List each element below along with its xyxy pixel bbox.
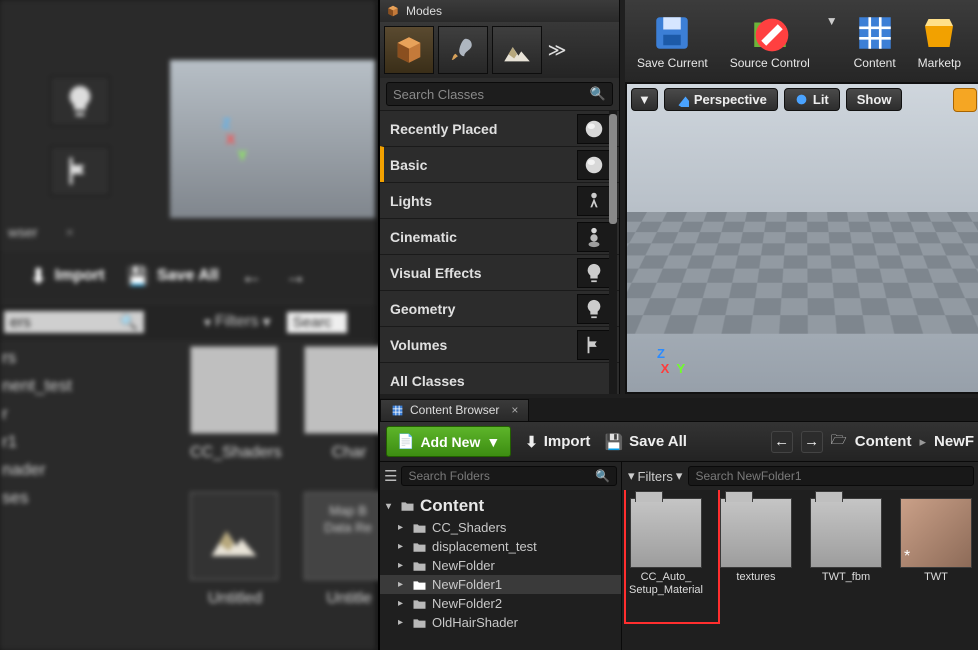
source-control-icon — [749, 12, 791, 54]
asset-textures[interactable]: textures — [718, 498, 794, 642]
placed-thumb-flag — [50, 146, 110, 196]
perspective-button[interactable]: Perspective — [664, 88, 778, 111]
sources-panel: ☰ Search Folders🔍 ▾Content▸CC_Shaders▸di… — [380, 462, 622, 650]
save-all-button[interactable]: 💾Save All — [604, 433, 687, 451]
tree-folder-newfolder2[interactable]: ▸NewFolder2 — [380, 594, 621, 613]
nav-back-button[interactable]: ← — [771, 431, 793, 453]
nav-forward-button[interactable]: → — [801, 431, 823, 453]
search-folders-input[interactable]: Search Folders🔍 — [401, 466, 617, 486]
marketplace-button[interactable]: Marketp — [912, 8, 967, 74]
placed-thumb-light — [50, 76, 110, 126]
landscape-mode-tab[interactable] — [492, 26, 542, 74]
add-new-button[interactable]: 📄 Add New ▼ — [386, 426, 511, 457]
asset-twt_fbm[interactable]: TWT_​fbm — [808, 498, 884, 642]
modes-category-all-classes[interactable]: All Classes — [380, 362, 619, 394]
background-tab: wser× — [0, 218, 375, 246]
marketplace-icon — [918, 12, 960, 54]
more-modes-button[interactable]: ≫ — [542, 40, 572, 61]
cones-icon — [577, 222, 611, 252]
grid-small-icon — [391, 404, 404, 417]
folder-tree: ▾Content▸CC_Shaders▸displacement_test▸Ne… — [380, 490, 621, 650]
modes-category-cinematic[interactable]: Cinematic — [380, 218, 619, 254]
floppy-icon — [651, 12, 693, 54]
search-icon: 🔍 — [595, 469, 610, 483]
content-button[interactable]: Content — [848, 8, 902, 74]
viewport-options-button[interactable]: ▼ — [631, 88, 658, 111]
source-control-caret-icon[interactable]: ▼ — [826, 14, 838, 28]
modes-panel: Modes ≫ Search Classes🔍 Recently PlacedB… — [380, 0, 620, 394]
sphere-icon — [577, 114, 611, 144]
breadcrumb-current[interactable]: NewF — [934, 433, 974, 450]
search-classes-input[interactable]: Search Classes🔍 — [386, 82, 613, 106]
main-toolbar: Save Current Source Control ▼ Content Ma… — [625, 0, 978, 82]
close-tab-icon[interactable]: × — [511, 403, 518, 417]
content-browser-tab[interactable]: Content Browser × — [380, 399, 529, 421]
asset-twt[interactable]: TWT — [898, 498, 974, 642]
save-current-button[interactable]: Save Current — [631, 8, 714, 74]
asset-cc_auto_setup_material[interactable]: CC_​Auto_​Setup_​Material — [628, 498, 704, 642]
flag-icon — [577, 330, 611, 360]
bulb-icon — [577, 258, 611, 288]
tree-folder-cc_shaders[interactable]: ▸CC_Shaders — [380, 518, 621, 537]
background-search-assets: Searc — [287, 312, 347, 333]
axis-gizmo: Z X Y — [222, 115, 247, 163]
grid-icon — [854, 12, 896, 54]
background-asset-grid: CC_Shaders Untitled Char Map BData ReUnt… — [190, 346, 394, 608]
asset-grid: CC_​Auto_​Setup_​MaterialtexturesTWT_​fb… — [622, 490, 978, 650]
sphere-icon — [577, 150, 611, 180]
modes-category-lights[interactable]: Lights — [380, 182, 619, 218]
background-search-folders: ers🔍 — [4, 311, 144, 333]
background-toolbar: ⬇Import 💾Save All ←→ — [0, 252, 375, 300]
level-viewport[interactable]: ▼ Perspective Lit Show Z X Y — [625, 82, 978, 394]
content-browser-tabbar: Content Browser × — [380, 398, 978, 422]
modes-scrollbar[interactable] — [609, 110, 617, 394]
filters-button[interactable]: ▾ Filters ▾ — [628, 468, 682, 484]
background-editor-blur: Z X Y wser× ⬇Import 💾Save All ←→ ers🔍 ▾F… — [0, 0, 375, 650]
tree-folder-displacement_test[interactable]: ▸displacement_test — [380, 537, 621, 556]
background-filter-row: ers🔍 ▾Filters ▾ Searc — [0, 304, 375, 340]
modes-category-visual-effects[interactable]: Visual Effects — [380, 254, 619, 290]
modes-tabs: ≫ — [380, 22, 619, 78]
viewport-floor — [625, 212, 978, 334]
tree-folder-newfolder[interactable]: ▸NewFolder — [380, 556, 621, 575]
content-browser-toolbar: 📄 Add New ▼ ⬇Import 💾Save All ← → 🗁 Cont… — [380, 422, 978, 462]
modes-category-list: Recently PlacedBasicLightsCinematicVisua… — [380, 110, 619, 394]
place-mode-tab[interactable] — [384, 26, 434, 74]
char-icon — [577, 186, 611, 216]
editor-main: Save Current Source Control ▼ Content Ma… — [378, 0, 978, 650]
paint-mode-tab[interactable] — [438, 26, 488, 74]
import-button[interactable]: ⬇Import — [525, 433, 590, 451]
source-control-button[interactable]: Source Control — [724, 8, 816, 74]
bulb-icon — [577, 294, 611, 324]
breadcrumb-content[interactable]: Content — [855, 433, 912, 450]
modes-icon — [386, 4, 400, 18]
lit-button[interactable]: Lit — [784, 88, 840, 111]
sources-toggle-icon[interactable]: ☰ — [384, 467, 397, 485]
asset-view: ▾ Filters ▾ Search NewFolder1 CC_​Auto_​… — [622, 462, 978, 650]
content-browser: Content Browser × 📄 Add New ▼ ⬇Import 💾S… — [380, 398, 978, 650]
viewport-toolbar: ▼ Perspective Lit Show — [631, 88, 902, 111]
tree-folder-newfolder1[interactable]: ▸NewFolder1 — [380, 575, 621, 594]
modes-category-basic[interactable]: Basic — [380, 146, 619, 182]
content-browser-nav: ← → 🗁 Content ▸ NewF — [771, 431, 974, 453]
modes-title: Modes — [380, 0, 619, 22]
modes-category-volumes[interactable]: Volumes — [380, 326, 619, 362]
search-assets-input[interactable]: Search NewFolder1 — [688, 466, 974, 486]
show-button[interactable]: Show — [846, 88, 903, 111]
viewport-warning-icon[interactable] — [953, 88, 977, 112]
background-folder-tree: rsnent_testr r1naderses — [0, 344, 150, 512]
modes-category-geometry[interactable]: Geometry — [380, 290, 619, 326]
background-viewport: Z X Y — [170, 60, 375, 220]
folder-path-icon[interactable]: 🗁 — [831, 431, 847, 453]
modes-category-recently-placed[interactable]: Recently Placed — [380, 110, 619, 146]
search-icon: 🔍 — [590, 86, 606, 102]
tree-folder-oldhairshader[interactable]: ▸OldHairShader — [380, 613, 621, 632]
tree-root-content[interactable]: ▾Content — [380, 494, 621, 518]
viewport-axis-gizmo: Z X Y — [657, 346, 685, 376]
